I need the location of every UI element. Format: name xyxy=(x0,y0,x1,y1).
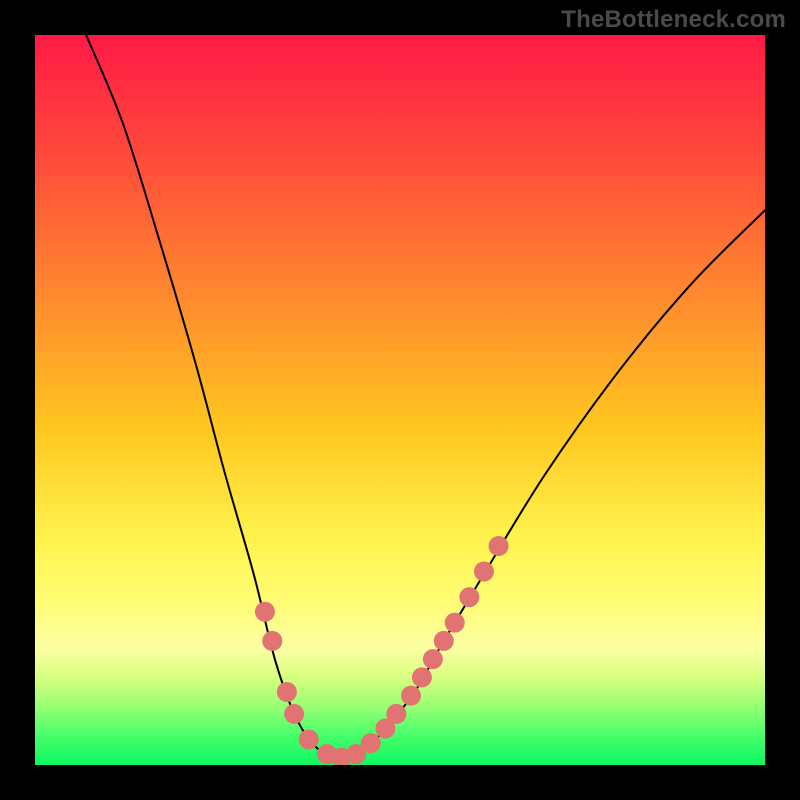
data-marker xyxy=(277,682,297,702)
chart-svg xyxy=(35,35,765,765)
watermark-text: TheBottleneck.com xyxy=(561,6,786,34)
data-marker xyxy=(284,704,304,724)
data-marker xyxy=(255,602,275,622)
data-marker xyxy=(474,562,494,582)
data-marker xyxy=(459,587,479,607)
data-marker xyxy=(386,704,406,724)
bottleneck-curve xyxy=(86,35,765,758)
data-marker xyxy=(299,729,319,749)
data-marker xyxy=(401,686,421,706)
data-marker xyxy=(412,667,432,687)
data-marker xyxy=(262,631,282,651)
chart-plot-area xyxy=(35,35,765,765)
data-markers-group xyxy=(255,536,509,765)
data-marker xyxy=(434,631,454,651)
data-marker xyxy=(361,733,381,753)
data-marker xyxy=(445,613,465,633)
data-marker xyxy=(489,536,509,556)
data-marker xyxy=(423,649,443,669)
